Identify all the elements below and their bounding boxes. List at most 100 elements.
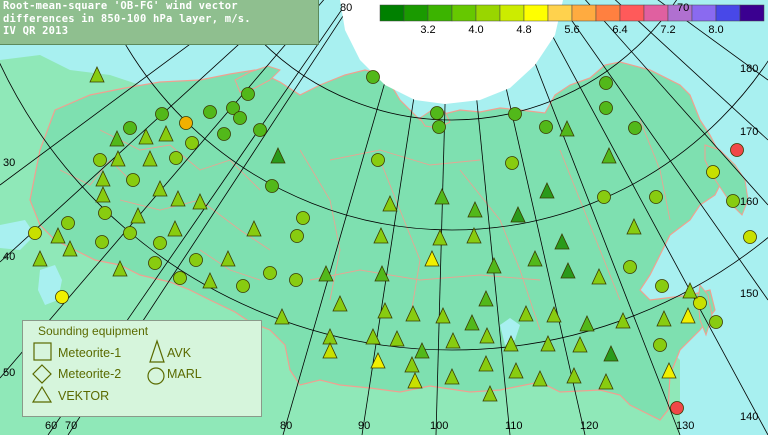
- marl-station-marker: [726, 194, 740, 208]
- lon-label-30: 30: [3, 157, 15, 169]
- colorbar-swatch: [715, 4, 741, 22]
- colorbar-swatch: [547, 4, 573, 22]
- equipment-legend: Sounding equipment Meteorite-1 Meteorite…: [22, 320, 262, 417]
- marl-station-marker: [263, 266, 277, 280]
- colorbar-swatch: [475, 4, 501, 22]
- legend-label-avk: AVK: [167, 346, 192, 360]
- marl-station-marker: [296, 211, 310, 225]
- lon-label-170: 170: [740, 126, 758, 138]
- colorbar-swatch: [595, 4, 621, 22]
- lon-label-150: 150: [740, 288, 758, 300]
- marl-station-marker: [185, 136, 199, 150]
- meteorite-1-icon: [33, 342, 52, 361]
- marl-station-marker: [597, 190, 611, 204]
- marl-station-marker: [655, 279, 669, 293]
- marl-station-marker: [505, 156, 519, 170]
- lon-label-120: 120: [580, 420, 598, 432]
- colorbar-swatch: [619, 4, 645, 22]
- marl-station-marker: [265, 179, 279, 193]
- marl-station-marker: [371, 153, 385, 167]
- marl-station-marker: [233, 111, 247, 125]
- marl-station-marker: [653, 338, 667, 352]
- title-line-1: Root-mean-square 'OB-FG' wind vector: [3, 0, 238, 12]
- colorbar-swatch: [499, 4, 525, 22]
- colorbar-swatch: [379, 4, 405, 22]
- lon-label-130: 130: [676, 420, 694, 432]
- colorbar-label: 8.0: [708, 24, 723, 36]
- marl-station-marker: [155, 107, 169, 121]
- marl-station-marker: [289, 273, 303, 287]
- colorbar-swatch: [523, 4, 549, 22]
- marl-station-marker: [693, 296, 707, 310]
- meteorite-2-icon: [32, 364, 52, 384]
- legend-title: Sounding equipment: [38, 324, 149, 338]
- legend-label-meteorite-1: Meteorite-1: [58, 346, 122, 360]
- colorbar-label: 3.2: [420, 24, 435, 36]
- colorbar-label: 7.2: [660, 24, 675, 36]
- marl-station-marker: [203, 105, 217, 119]
- avk-icon: [149, 339, 165, 363]
- marl-station-marker: [217, 127, 231, 141]
- marl-station-marker: [95, 235, 109, 249]
- colorbar-swatch: [451, 4, 477, 22]
- marl-station-marker: [539, 120, 553, 134]
- lon-label-160: 160: [740, 196, 758, 208]
- marl-station-marker: [670, 401, 684, 415]
- marl-station-marker: [253, 123, 267, 137]
- lon-label-90: 90: [358, 420, 370, 432]
- marl-station-marker: [189, 253, 203, 267]
- colorbar-label: 6.4: [612, 24, 627, 36]
- marl-station-marker: [649, 190, 663, 204]
- marl-station-marker: [508, 107, 522, 121]
- marl-station-marker: [55, 290, 69, 304]
- map-title-box: Root-mean-square 'OB-FG' wind vector dif…: [0, 0, 319, 45]
- colorbar-swatch: [571, 4, 597, 22]
- marl-station-marker: [290, 229, 304, 243]
- lon-label-40: 40: [3, 251, 15, 263]
- colorbar-label: 4.0: [468, 24, 483, 36]
- colorbar-label: 4.8: [516, 24, 531, 36]
- title-line-3: IV QR 2013: [3, 25, 69, 37]
- marl-station-marker: [366, 70, 380, 84]
- lon-label-110: 110: [505, 420, 523, 432]
- marl-station-marker: [628, 121, 642, 135]
- marl-station-marker: [98, 206, 112, 220]
- marl-station-marker: [599, 76, 613, 90]
- marl-station-marker: [241, 87, 255, 101]
- lon-label-50: 50: [3, 367, 15, 379]
- marl-station-marker: [61, 216, 75, 230]
- marl-station-marker: [179, 116, 193, 130]
- marl-station-marker: [730, 143, 744, 157]
- lat-label-70: 70: [677, 2, 689, 14]
- lon-label-180: 180: [740, 63, 758, 75]
- marl-station-marker: [706, 165, 720, 179]
- marl-station-marker: [169, 151, 183, 165]
- lat-label-80: 80: [340, 2, 352, 14]
- marl-station-marker: [709, 315, 723, 329]
- lon-label-70: 70: [65, 420, 77, 432]
- marl-station-marker: [599, 101, 613, 115]
- marl-station-marker: [148, 256, 162, 270]
- lon-label-100: 100: [430, 420, 448, 432]
- marl-station-marker: [123, 226, 137, 240]
- map-stage: 3.2 4.0 4.8 5.6 6.4 7.2 8.0 80 70 30 40 50 60 …: [0, 0, 768, 435]
- colorbar-label: 5.6: [564, 24, 579, 36]
- colorbar-swatch: [403, 4, 429, 22]
- marl-icon: [147, 367, 165, 385]
- marl-station-marker: [623, 260, 637, 274]
- marl-station-marker: [430, 106, 444, 120]
- legend-label-vektor: VEKTOR: [58, 389, 110, 403]
- marl-station-marker: [123, 121, 137, 135]
- title-line-2: differences in 850-100 hPa layer, m/s.: [3, 12, 251, 25]
- lon-label-60: 60: [45, 420, 57, 432]
- vektor-icon: [31, 385, 53, 403]
- marl-station-marker: [153, 236, 167, 250]
- marl-station-marker: [126, 173, 140, 187]
- marl-station-marker: [93, 153, 107, 167]
- lon-label-140: 140: [740, 411, 758, 423]
- colorbar-swatch: [739, 4, 765, 22]
- marl-station-marker: [236, 279, 250, 293]
- colorbar-swatch: [643, 4, 669, 22]
- marl-station-marker: [743, 230, 757, 244]
- legend-label-meteorite-2: Meteorite-2: [58, 367, 122, 381]
